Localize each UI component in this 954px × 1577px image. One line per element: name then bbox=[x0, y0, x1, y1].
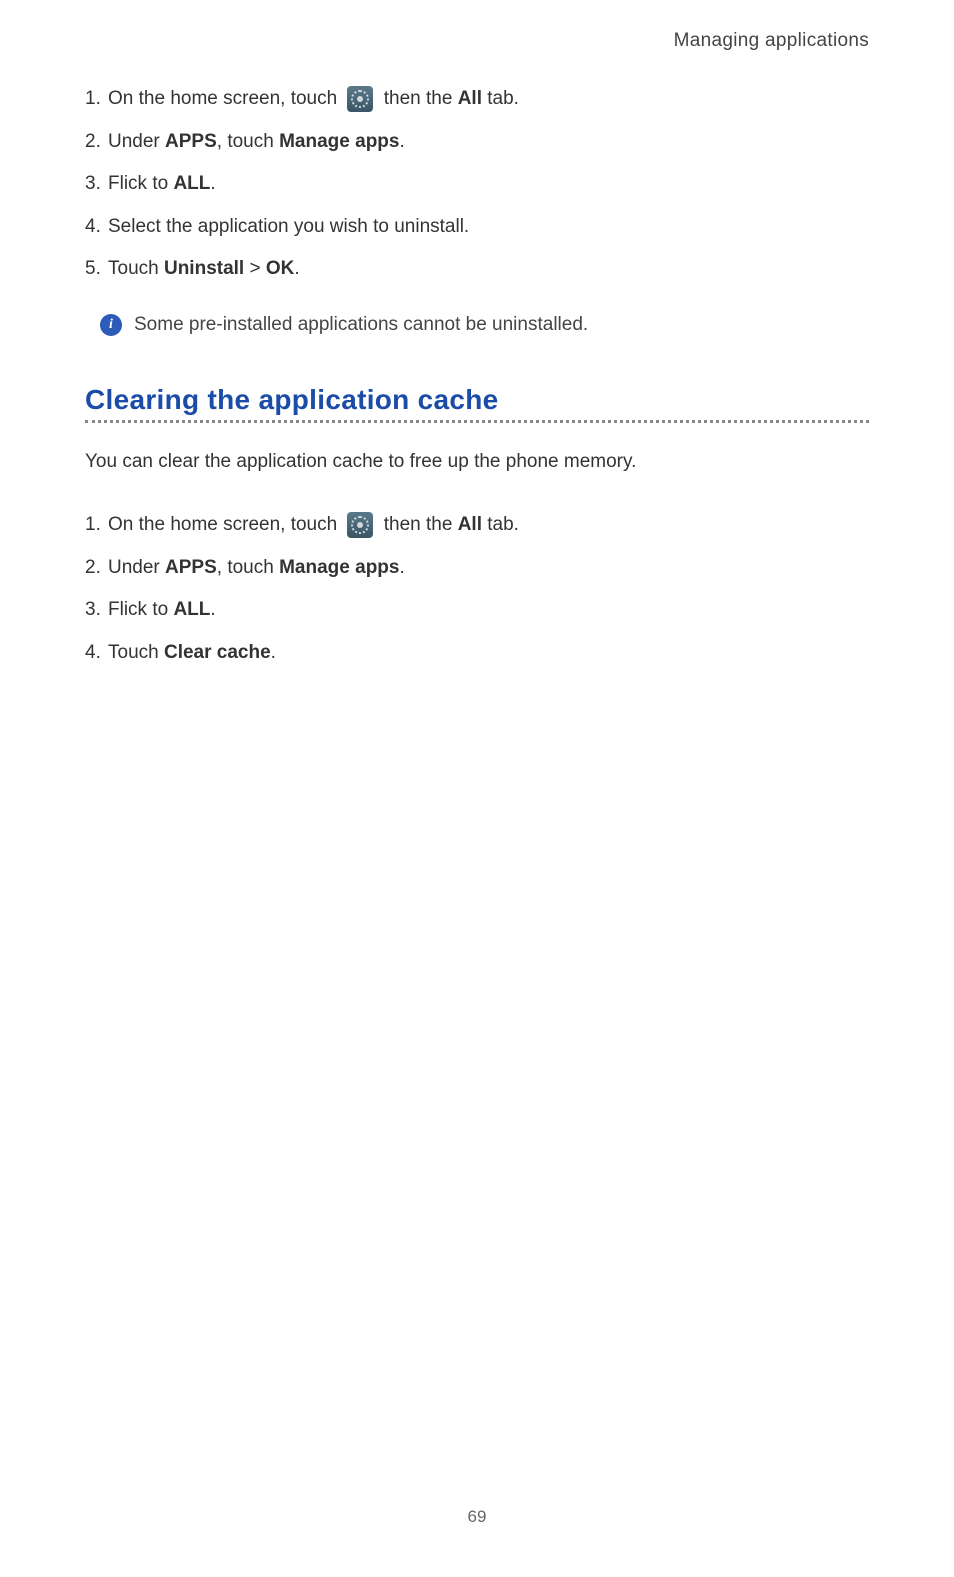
dotted-divider bbox=[85, 420, 869, 423]
text-part: > bbox=[244, 258, 266, 279]
info-note-text: Some pre-installed applications cannot b… bbox=[134, 314, 588, 336]
bold-text: Uninstall bbox=[164, 258, 244, 279]
step-text: On the home screen, touch then the All t… bbox=[108, 511, 519, 540]
text-part: On the home screen, touch bbox=[108, 514, 342, 535]
text-part: then the bbox=[384, 514, 458, 535]
bold-text: Manage apps bbox=[279, 131, 399, 152]
step-number: 1. bbox=[85, 85, 105, 114]
text-part: Touch bbox=[108, 642, 164, 663]
step-text: On the home screen, touch then the All t… bbox=[108, 85, 519, 114]
text-part: . bbox=[210, 173, 215, 194]
step-text: Under APPS, touch Manage apps. bbox=[108, 128, 405, 157]
text-part: tab. bbox=[482, 514, 519, 535]
text-part: Flick to bbox=[108, 599, 173, 620]
text-part: Touch bbox=[108, 258, 164, 279]
text-part: tab. bbox=[482, 88, 519, 109]
step-number: 3. bbox=[85, 170, 105, 199]
text-part: . bbox=[210, 599, 215, 620]
cache-step-2: 2. Under APPS, touch Manage apps. bbox=[85, 554, 869, 583]
text-part: , touch bbox=[217, 131, 279, 152]
bold-text: All bbox=[458, 88, 482, 109]
step-number: 3. bbox=[85, 596, 105, 625]
page-content: 1. On the home screen, touch then the Al… bbox=[0, 0, 954, 667]
uninstall-step-1: 1. On the home screen, touch then the Al… bbox=[85, 85, 869, 114]
intro-paragraph: You can clear the application cache to f… bbox=[85, 448, 869, 477]
bold-text: ALL bbox=[173, 173, 210, 194]
bold-text: Clear cache bbox=[164, 642, 271, 663]
text-part: then the bbox=[384, 88, 458, 109]
settings-icon bbox=[347, 86, 373, 112]
step-text: Touch Clear cache. bbox=[108, 639, 276, 668]
uninstall-step-4: 4. Select the application you wish to un… bbox=[85, 213, 869, 242]
bold-text: ALL bbox=[173, 599, 210, 620]
cache-step-4: 4. Touch Clear cache. bbox=[85, 639, 869, 668]
text-part: Under bbox=[108, 557, 165, 578]
text-part: . bbox=[294, 258, 299, 279]
settings-icon bbox=[347, 512, 373, 538]
page-number: 69 bbox=[468, 1507, 487, 1527]
text-part: Under bbox=[108, 131, 165, 152]
uninstall-step-5: 5. Touch Uninstall > OK. bbox=[85, 255, 869, 284]
cache-steps-list: 1. On the home screen, touch then the Al… bbox=[85, 511, 869, 667]
text-part: . bbox=[271, 642, 276, 663]
text-part: , touch bbox=[217, 557, 279, 578]
step-text: Select the application you wish to unins… bbox=[108, 213, 469, 242]
bold-text: APPS bbox=[165, 131, 217, 152]
info-icon: i bbox=[100, 314, 122, 336]
step-number: 2. bbox=[85, 128, 105, 157]
step-text: Flick to ALL. bbox=[108, 170, 216, 199]
step-number: 1. bbox=[85, 511, 105, 540]
text-part: . bbox=[399, 557, 404, 578]
text-part: On the home screen, touch bbox=[108, 88, 342, 109]
step-number: 5. bbox=[85, 255, 105, 284]
text-part: Flick to bbox=[108, 173, 173, 194]
step-text: Under APPS, touch Manage apps. bbox=[108, 554, 405, 583]
uninstall-step-2: 2. Under APPS, touch Manage apps. bbox=[85, 128, 869, 157]
text-part: . bbox=[399, 131, 404, 152]
bold-text: Manage apps bbox=[279, 557, 399, 578]
step-number: 4. bbox=[85, 213, 105, 242]
step-number: 4. bbox=[85, 639, 105, 668]
section-heading-clearing-cache: Clearing the application cache bbox=[85, 384, 869, 416]
bold-text: APPS bbox=[165, 557, 217, 578]
step-text: Flick to ALL. bbox=[108, 596, 216, 625]
text-part: Select the application you wish to unins… bbox=[108, 216, 469, 237]
step-number: 2. bbox=[85, 554, 105, 583]
bold-text: OK bbox=[266, 258, 295, 279]
cache-step-3: 3. Flick to ALL. bbox=[85, 596, 869, 625]
uninstall-steps-list: 1. On the home screen, touch then the Al… bbox=[85, 85, 869, 284]
uninstall-step-3: 3. Flick to ALL. bbox=[85, 170, 869, 199]
step-text: Touch Uninstall > OK. bbox=[108, 255, 300, 284]
cache-step-1: 1. On the home screen, touch then the Al… bbox=[85, 511, 869, 540]
page-header: Managing applications bbox=[674, 30, 869, 52]
info-note: i Some pre-installed applications cannot… bbox=[100, 314, 869, 336]
bold-text: All bbox=[458, 514, 482, 535]
